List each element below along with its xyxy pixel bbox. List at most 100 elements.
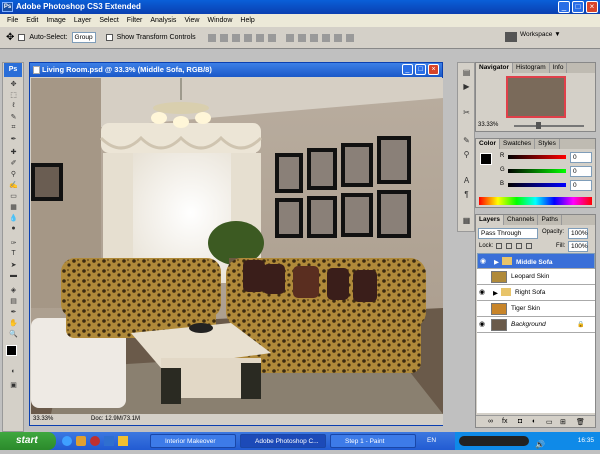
layer-style-icon[interactable]: fx xyxy=(502,418,507,425)
align-center-icon[interactable] xyxy=(255,33,264,42)
lock-all-icon[interactable] xyxy=(526,243,532,249)
eyedropper-tool-icon[interactable]: ✒ xyxy=(7,135,20,144)
group-expand-icon[interactable]: ▶ xyxy=(493,289,498,297)
tool-presets-icon[interactable]: ✂ xyxy=(461,107,472,118)
distribute-icon[interactable] xyxy=(297,33,306,42)
auto-select-checkbox[interactable] xyxy=(18,34,26,41)
hand-tool-icon[interactable]: ✋ xyxy=(7,319,20,328)
layer-row-middle-sofa[interactable]: ◉ ▶ Middle Sofa xyxy=(477,253,595,269)
green-value-input[interactable]: 0 xyxy=(570,166,592,177)
workspace-button[interactable]: Workspace ▼ xyxy=(520,31,561,38)
start-button[interactable]: start xyxy=(0,432,56,450)
close-button[interactable]: × xyxy=(586,1,598,13)
menu-filter[interactable]: Filter xyxy=(123,17,147,24)
layer-mask-icon[interactable]: ◘ xyxy=(518,418,522,425)
menu-select[interactable]: Select xyxy=(95,17,122,24)
layer-comps-icon[interactable]: ▦ xyxy=(461,215,472,226)
marquee-tool-icon[interactable]: ⬚ xyxy=(7,91,20,100)
brushes-panel-icon[interactable]: ✎ xyxy=(461,135,472,146)
bridge-icon[interactable] xyxy=(505,32,517,42)
history-brush-icon[interactable]: ✍ xyxy=(7,181,20,190)
red-value-input[interactable]: 0 xyxy=(570,152,592,163)
link-layers-icon[interactable]: ∞ xyxy=(488,418,493,425)
zoom-level[interactable]: 33.33% xyxy=(33,416,53,422)
align-left-icon[interactable] xyxy=(243,33,252,42)
media-player-controls[interactable] xyxy=(459,436,529,446)
taskbar-item-interior-makeover[interactable]: Interior Makeover xyxy=(150,434,236,448)
layer-row-right-sofa[interactable]: ◉ ▶ Right Sofa xyxy=(477,285,595,301)
clone-stamp-icon[interactable]: ⚲ xyxy=(7,170,20,179)
menu-edit[interactable]: Edit xyxy=(22,17,42,24)
menu-window[interactable]: Window xyxy=(203,17,236,24)
doc-close-button[interactable]: × xyxy=(428,64,439,75)
new-layer-icon[interactable]: ⊞ xyxy=(560,418,566,426)
opacity-input[interactable]: 100% xyxy=(568,228,588,239)
visibility-eye-icon[interactable] xyxy=(479,305,488,312)
align-top-icon[interactable] xyxy=(207,33,216,42)
doc-maximize-button[interactable]: □ xyxy=(415,64,426,75)
quicklaunch-icon[interactable] xyxy=(104,436,114,446)
gradient-tool-icon[interactable]: ▦ xyxy=(7,203,20,212)
healing-brush-icon[interactable]: ✚ xyxy=(7,148,20,157)
trash-icon[interactable]: 🗑 xyxy=(576,418,585,426)
menu-layer[interactable]: Layer xyxy=(70,17,96,24)
layer-row-tiger-skin[interactable]: Tiger Skin xyxy=(477,301,595,317)
quick-select-tool-icon[interactable]: ✎ xyxy=(7,113,20,122)
eyedropper-tool-icon[interactable]: ✒ xyxy=(7,308,20,317)
blend-mode-dropdown[interactable]: Pass Through xyxy=(478,228,538,239)
zoom-slider-handle[interactable] xyxy=(536,122,541,129)
tab-navigator[interactable]: Navigator xyxy=(476,63,513,73)
menu-analysis[interactable]: Analysis xyxy=(146,17,180,24)
zoom-tool-icon[interactable]: 🔍 xyxy=(7,330,20,339)
layer-row-leopard-skin[interactable]: Leopard Skin xyxy=(477,269,595,285)
maximize-button[interactable]: □ xyxy=(572,1,584,13)
align-middle-icon[interactable] xyxy=(219,33,228,42)
distribute-icon[interactable] xyxy=(309,33,318,42)
lock-position-icon[interactable] xyxy=(516,243,522,249)
tab-paths[interactable]: Paths xyxy=(538,215,563,225)
doc-size-info[interactable]: Doc: 12.9M/73.1M xyxy=(91,416,140,422)
quicklaunch-ie-icon[interactable] xyxy=(62,436,72,446)
blue-value-input[interactable]: 0 xyxy=(570,180,592,191)
tab-info[interactable]: Info xyxy=(550,63,568,73)
distribute-icon[interactable] xyxy=(345,33,354,42)
visibility-eye-icon[interactable]: ◉ xyxy=(479,289,488,296)
notes-tool-icon[interactable]: ▤ xyxy=(7,297,20,306)
tab-color[interactable]: Color xyxy=(476,139,500,149)
tab-layers[interactable]: Layers xyxy=(476,215,504,225)
quick-mask-icon[interactable]: ◐ xyxy=(7,368,20,377)
tab-styles[interactable]: Styles xyxy=(535,139,560,149)
3d-tool-icon[interactable]: ◈ xyxy=(7,286,20,295)
quicklaunch-icon[interactable] xyxy=(76,436,86,446)
adjustment-layer-icon[interactable]: ◐ xyxy=(532,418,536,425)
shape-tool-icon[interactable]: ▬ xyxy=(7,272,20,281)
character-panel-icon[interactable]: A xyxy=(461,175,472,186)
crop-tool-icon[interactable]: ⌗ xyxy=(7,124,20,133)
image-canvas[interactable] xyxy=(31,78,443,414)
visibility-eye-icon[interactable] xyxy=(479,273,488,280)
menu-help[interactable]: Help xyxy=(236,17,258,24)
visibility-eye-icon[interactable]: ◉ xyxy=(480,258,489,265)
paragraph-panel-icon[interactable]: ¶ xyxy=(461,189,472,200)
navigator-zoom[interactable]: 33.33% xyxy=(478,122,498,128)
clone-source-icon[interactable]: ⚲ xyxy=(461,149,472,160)
fill-input[interactable]: 100% xyxy=(568,241,588,252)
taskbar-item-photoshop[interactable]: Adobe Photoshop C... xyxy=(240,434,326,448)
distribute-icon[interactable] xyxy=(285,33,294,42)
type-tool-icon[interactable]: T xyxy=(7,250,20,259)
taskbar-item-paint[interactable]: Step 1 - Paint xyxy=(330,434,416,448)
tab-swatches[interactable]: Swatches xyxy=(500,139,536,149)
doc-minimize-button[interactable]: _ xyxy=(402,64,413,75)
lock-pixels-icon[interactable] xyxy=(506,243,512,249)
quicklaunch-icon[interactable] xyxy=(90,436,100,446)
volume-icon[interactable]: 🔊 xyxy=(535,436,545,454)
menu-file[interactable]: File xyxy=(3,17,22,24)
tab-channels[interactable]: Channels xyxy=(504,215,539,225)
green-slider[interactable] xyxy=(508,169,566,173)
color-spectrum-bar[interactable] xyxy=(479,197,592,205)
brush-tool-icon[interactable]: ✐ xyxy=(7,159,20,168)
actions-panel-icon[interactable]: ▶ xyxy=(461,81,472,92)
language-indicator[interactable]: EN xyxy=(427,432,436,450)
blue-slider[interactable] xyxy=(508,183,566,187)
tab-histogram[interactable]: Histogram xyxy=(513,63,550,73)
